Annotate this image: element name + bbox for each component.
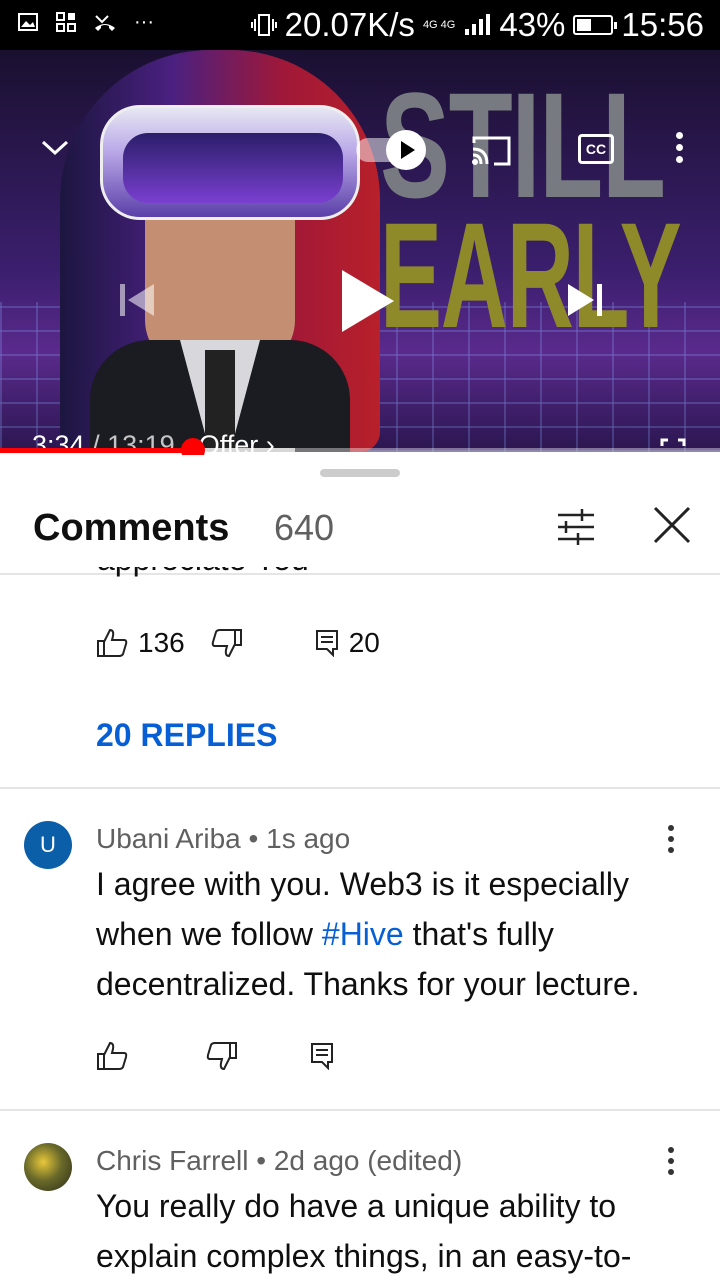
play-button[interactable] (340, 268, 396, 339)
video-player[interactable]: STILL EARLY CC 3:34 / 13:19 · Offer › (0, 50, 720, 452)
close-icon (653, 506, 691, 544)
status-bar: ··· 20.07K/s 4G 4G 43% 15:56 (0, 0, 720, 50)
close-comments-button[interactable] (652, 505, 692, 550)
thumbs-up-icon (97, 1041, 128, 1070)
network-speed: 20.07K/s (284, 6, 415, 43)
hashtag-link[interactable]: #Hive (322, 916, 404, 952)
chevron-down-icon (41, 140, 69, 156)
vibrate-icon (250, 14, 277, 36)
like-button[interactable]: 136 (96, 627, 185, 659)
previous-video-button[interactable] (118, 282, 158, 323)
drag-handle[interactable] (320, 469, 400, 477)
next-video-button[interactable] (566, 282, 606, 323)
sort-comments-button[interactable] (556, 507, 596, 552)
reply-icon (315, 630, 338, 657)
comment-text: You really do have a unique ability to e… (96, 1188, 632, 1274)
comments-header: Comments 640 (0, 495, 720, 573)
progress-played (0, 448, 193, 453)
minimize-player-button[interactable] (40, 138, 70, 163)
comments-panel: Comments 640 appreciate You 136 20 20 RE… (0, 455, 720, 1280)
comment-actions: 136 20 (96, 627, 380, 659)
gallery-icon (18, 13, 38, 31)
thumbs-down-icon (206, 1042, 237, 1071)
reply-icon (311, 1043, 333, 1070)
battery-percent: 43% (499, 6, 566, 43)
like-button[interactable] (96, 1041, 128, 1071)
video-progress-bar[interactable] (0, 438, 720, 462)
captions-button[interactable]: CC (578, 134, 614, 164)
reply-count: 20 (348, 627, 380, 658)
like-count: 136 (138, 627, 185, 658)
comment-text: I agree with you. Web3 is it especially … (96, 866, 640, 1002)
cast-icon (472, 136, 511, 166)
more-notifications-icon: ··· (134, 11, 154, 33)
thumbs-up-icon (97, 628, 128, 657)
play-icon (386, 130, 426, 170)
comment-actions (96, 1041, 334, 1071)
network-type: 4G 4G (422, 18, 456, 31)
comment-divider (0, 1109, 720, 1111)
cast-button[interactable] (470, 135, 512, 172)
video-thumbnail-person (60, 50, 380, 452)
comments-title: Comments (33, 507, 230, 549)
play-icon (342, 270, 394, 332)
dislike-button[interactable] (206, 1041, 238, 1071)
comment-meta: Ubani Ariba • 1s ago (96, 823, 351, 854)
dislike-button[interactable] (211, 628, 243, 658)
avatar[interactable]: U (24, 821, 72, 869)
comment-meta: Chris Farrell • 2d ago (edited) (96, 1145, 463, 1176)
comments-count: 640 (274, 507, 335, 548)
filter-icon (558, 509, 594, 545)
comment-more-button[interactable] (668, 1147, 676, 1180)
thumbs-down-icon (211, 629, 242, 658)
skip-previous-icon (120, 284, 154, 316)
comment-more-button[interactable] (668, 825, 676, 858)
missed-call-icon (95, 15, 115, 31)
signal-icon (465, 14, 491, 35)
avatar[interactable] (24, 1143, 72, 1191)
skip-next-icon (568, 284, 602, 316)
video-overlay-text-early: EARLY (380, 191, 682, 359)
apps-icon (56, 12, 76, 32)
battery-icon (573, 15, 618, 35)
comment-divider (0, 787, 720, 789)
view-replies-link[interactable]: 20 REPLIES (96, 717, 277, 754)
reply-button[interactable]: 20 (315, 627, 380, 659)
clock: 15:56 (621, 6, 704, 43)
more-options-button[interactable] (676, 132, 684, 168)
reply-button[interactable] (310, 1042, 334, 1070)
cc-icon: CC (585, 141, 607, 157)
autoplay-toggle[interactable] (356, 130, 432, 170)
